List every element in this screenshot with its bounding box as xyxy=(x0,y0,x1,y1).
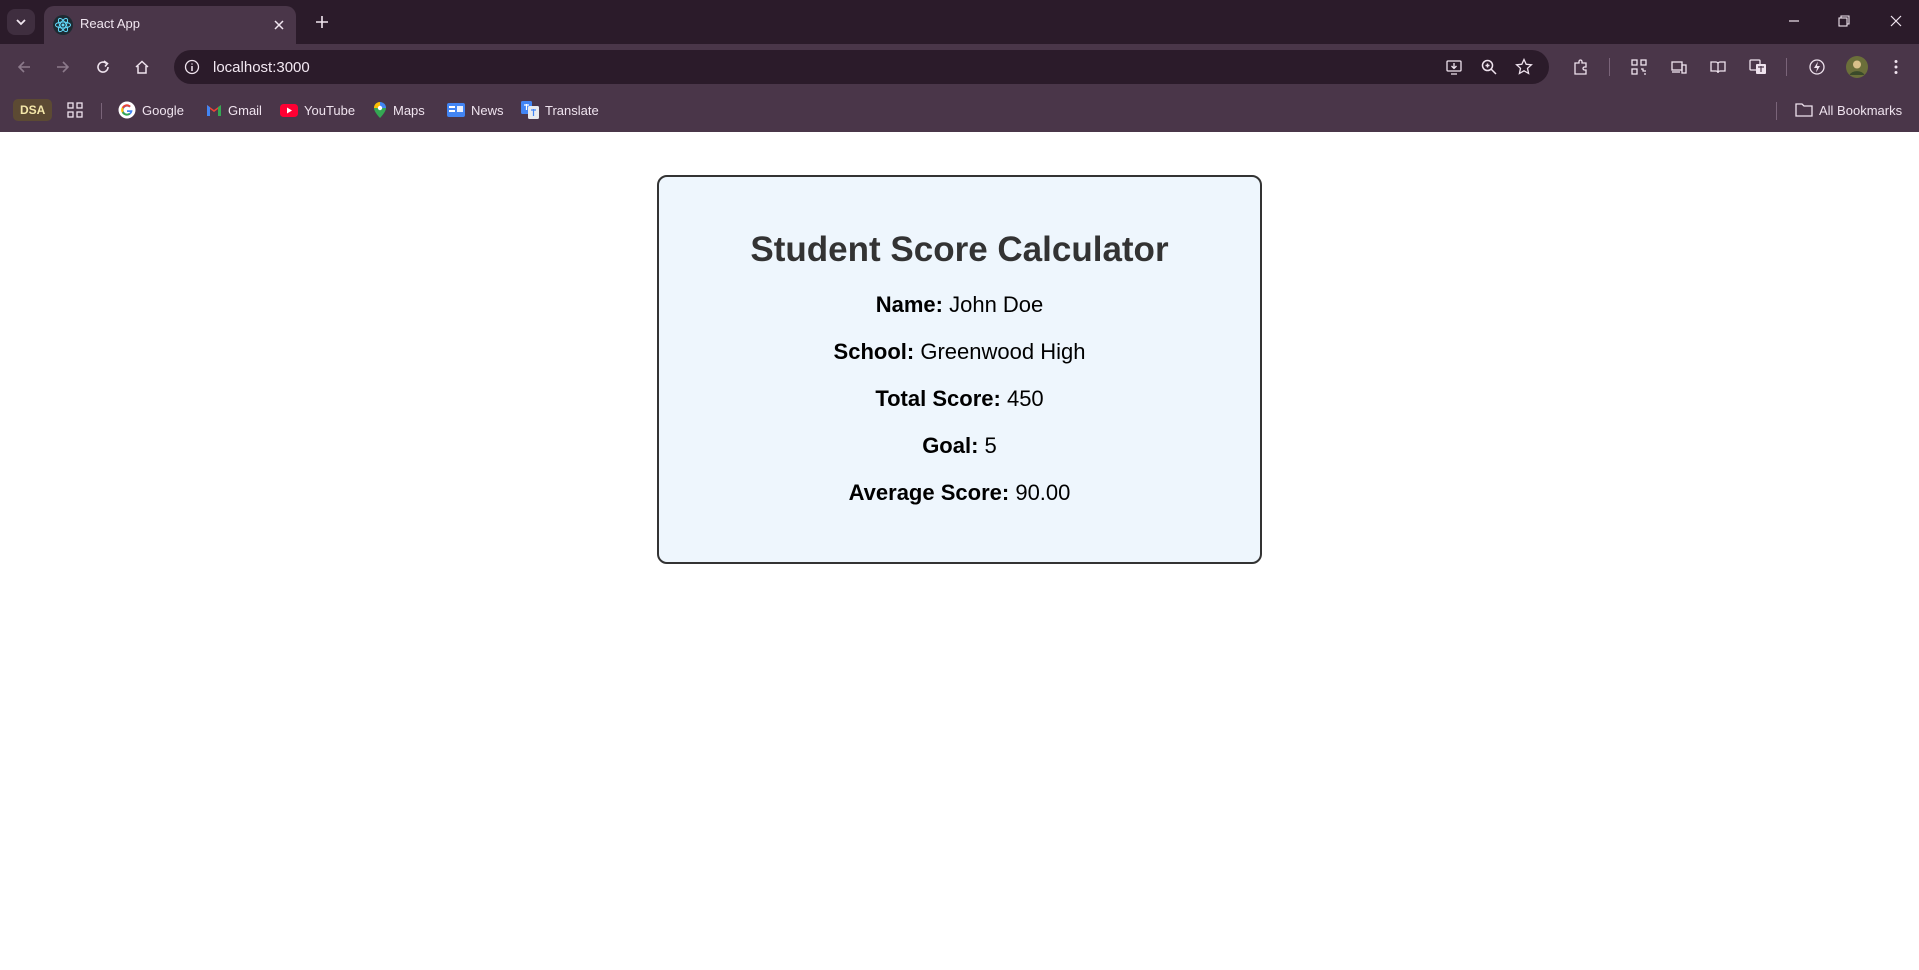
browser-titlebar: React App xyxy=(0,0,1919,44)
bookmark-label: Maps xyxy=(393,102,425,118)
tab-close-button[interactable] xyxy=(268,14,290,36)
apps-button[interactable] xyxy=(66,99,84,121)
field-label: Goal: xyxy=(922,433,979,458)
active-tab[interactable]: React App xyxy=(44,6,296,44)
new-tab-button[interactable] xyxy=(310,10,334,34)
minimize-button[interactable] xyxy=(1771,6,1817,36)
restore-icon xyxy=(1838,15,1850,27)
url-text: localhost:3000 xyxy=(213,59,310,76)
all-bookmarks-button[interactable]: All Bookmarks xyxy=(1795,99,1902,121)
average-score-row: Average Score: 90.00 xyxy=(659,480,1260,506)
field-value: 450 xyxy=(1006,386,1044,411)
bookmark-label: News xyxy=(471,102,504,118)
translate-page-button[interactable] xyxy=(1745,54,1771,80)
bookmark-dsa[interactable]: DSA xyxy=(13,99,53,121)
bookmarks-bar: DSA Google Gmail YouTube Maps News Trans… xyxy=(0,88,1919,132)
field-label: School: xyxy=(833,339,915,364)
reload-icon xyxy=(97,60,109,73)
tab-title: React App xyxy=(80,16,140,31)
field-value: Greenwood High xyxy=(920,339,1086,364)
profile-button[interactable] xyxy=(1844,54,1870,80)
plus-icon xyxy=(316,16,328,28)
toolbar-divider xyxy=(1786,58,1787,76)
info-icon xyxy=(184,59,200,75)
chevron-down-icon xyxy=(16,19,26,26)
field-label: Name: xyxy=(875,292,943,317)
install-app-button[interactable] xyxy=(1441,55,1467,79)
performance-button[interactable] xyxy=(1804,54,1830,80)
school-row: School: Greenwood High xyxy=(659,339,1260,365)
bookmark-label: Google xyxy=(142,102,184,118)
qr-code-icon xyxy=(1631,59,1647,75)
home-icon xyxy=(135,60,149,74)
field-value: 5 xyxy=(984,433,997,458)
address-bar[interactable]: localhost:3000 xyxy=(174,50,1549,84)
bookmark-google[interactable]: Google xyxy=(118,99,184,121)
bookmarks-divider xyxy=(1776,102,1777,120)
bookmark-label: Translate xyxy=(545,102,599,118)
arrow-right-icon xyxy=(57,61,70,73)
bookmark-star-button[interactable] xyxy=(1511,55,1537,79)
cast-button[interactable] xyxy=(1666,54,1692,80)
site-info-button[interactable] xyxy=(180,55,204,79)
field-value: 90.00 xyxy=(1015,480,1071,505)
browser-toolbar: localhost:3000 xyxy=(0,44,1919,88)
maps-icon xyxy=(374,102,386,118)
puzzle-icon xyxy=(1574,59,1587,75)
all-bookmarks-label: All Bookmarks xyxy=(1819,102,1903,118)
bookmark-youtube[interactable]: YouTube xyxy=(280,99,355,121)
score-card: Student Score Calculator Name: John Doe … xyxy=(657,175,1262,564)
bookmark-gmail[interactable]: Gmail xyxy=(206,99,262,121)
translate-icon xyxy=(1749,59,1766,74)
page-title: Student Score Calculator xyxy=(750,230,1169,269)
close-icon xyxy=(274,20,284,30)
react-icon xyxy=(53,15,73,35)
toolbar-divider xyxy=(1609,58,1610,76)
install-icon xyxy=(1446,60,1462,75)
bookmark-translate[interactable]: Translate xyxy=(521,99,599,121)
reload-button[interactable] xyxy=(87,51,119,83)
qr-code-button[interactable] xyxy=(1626,54,1652,80)
bookmark-news[interactable]: News xyxy=(447,99,504,121)
bookmark-maps[interactable]: Maps xyxy=(373,99,425,121)
bookmark-label: Gmail xyxy=(228,102,262,118)
minimize-icon xyxy=(1789,20,1799,22)
avatar xyxy=(1846,56,1868,78)
youtube-icon xyxy=(280,103,298,117)
folder-icon xyxy=(1795,103,1813,117)
total-score-row: Total Score: 450 xyxy=(659,386,1260,412)
close-window-button[interactable] xyxy=(1873,6,1919,36)
field-label: Total Score: xyxy=(875,386,1001,411)
zoom-button[interactable] xyxy=(1476,55,1502,79)
devices-icon xyxy=(1671,61,1687,74)
tab-search-button[interactable] xyxy=(7,9,35,35)
gmail-icon xyxy=(207,105,221,116)
field-label: Average Score: xyxy=(848,480,1010,505)
apps-grid-icon xyxy=(67,102,83,118)
extensions-button[interactable] xyxy=(1568,54,1594,80)
name-row: Name: John Doe xyxy=(659,292,1260,318)
news-icon xyxy=(447,103,465,117)
goal-row: Goal: 5 xyxy=(659,433,1260,459)
bookmarks-divider xyxy=(101,103,102,119)
arrow-left-icon xyxy=(17,61,30,73)
menu-button[interactable] xyxy=(1883,54,1909,80)
bookmark-label: YouTube xyxy=(304,102,356,118)
field-value: John Doe xyxy=(949,292,1044,317)
restore-button[interactable] xyxy=(1821,6,1867,36)
forward-button[interactable] xyxy=(47,51,79,83)
close-icon xyxy=(1890,15,1902,27)
reading-mode-button[interactable] xyxy=(1705,54,1731,80)
back-button[interactable] xyxy=(8,51,40,83)
translate-icon xyxy=(521,101,539,119)
star-icon xyxy=(1515,58,1533,75)
speed-icon xyxy=(1809,59,1825,75)
home-button[interactable] xyxy=(126,51,158,83)
zoom-icon xyxy=(1481,59,1497,75)
book-icon xyxy=(1710,61,1726,74)
more-vertical-icon xyxy=(1894,60,1898,74)
google-icon xyxy=(118,101,136,119)
